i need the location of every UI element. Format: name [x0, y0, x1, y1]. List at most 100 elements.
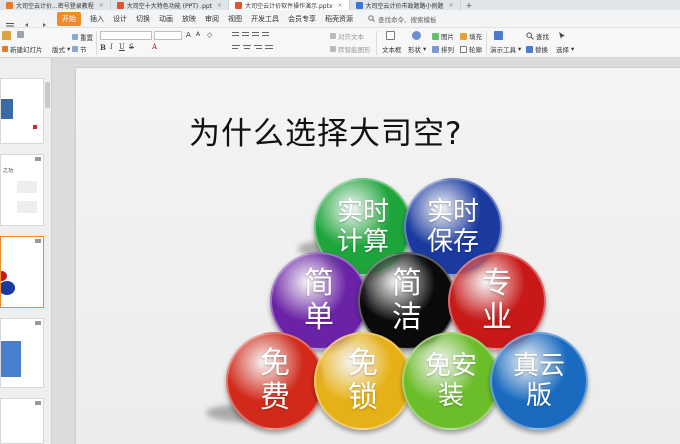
close-icon[interactable]: × — [449, 2, 454, 9]
menu-design[interactable]: 设计 — [113, 14, 127, 24]
font-color-button[interactable]: A — [152, 43, 157, 51]
presentation-tool-icon — [494, 31, 503, 40]
cut-button[interactable] — [17, 31, 24, 38]
feature-ball-no-lock[interactable]: 免 锁 — [314, 332, 412, 430]
slide-thumbnail-5[interactable] — [0, 398, 44, 444]
menu-home[interactable]: 开始 — [57, 11, 81, 26]
menu-view[interactable]: 视图 — [228, 14, 242, 24]
tab-label: 大司空十大特色功能 (PPT) .ppt — [126, 2, 213, 10]
outline-button[interactable]: 轮廓 — [460, 44, 482, 54]
ball-label: 免 费 — [260, 346, 290, 415]
outline-label: 轮廓 — [469, 46, 482, 54]
thumb-star-icon — [35, 157, 41, 161]
slide-canvas: 为什么选择大司空? 实时 计算 实时 保存 简 单 简 洁 专 业 免 费 免 … — [52, 58, 680, 444]
menu-member[interactable]: 会员专享 — [288, 14, 316, 24]
menu-resources[interactable]: 稻壳资源 — [325, 14, 353, 24]
font-grow-button[interactable]: A — [186, 31, 191, 39]
menu-animation[interactable]: 动画 — [159, 14, 173, 24]
close-icon[interactable]: × — [217, 2, 222, 9]
thumb-star-icon — [35, 321, 41, 325]
presentation-tool-button[interactable]: 演示工具 ▾ — [490, 44, 521, 54]
search-icon — [526, 32, 534, 40]
section-label: 节 — [80, 46, 87, 54]
menu-transition[interactable]: 切换 — [136, 14, 150, 24]
thumb-star-icon — [35, 239, 41, 243]
tab-label: 大司空云计价市政题路小例题 — [365, 2, 444, 10]
command-search-text: 查找命令、搜索模板 — [378, 15, 437, 24]
section-button[interactable]: 节 — [72, 44, 87, 54]
textbox-button[interactable]: 文本框 — [382, 44, 402, 54]
find-button[interactable]: 查找 — [526, 31, 549, 41]
font-family-select[interactable] — [100, 31, 152, 40]
new-slide-icon — [2, 46, 8, 52]
arrange-button[interactable]: 排列 — [432, 44, 454, 54]
ppt-file-icon — [235, 1, 243, 9]
presentation-tool-label: 演示工具 — [490, 46, 516, 54]
slide-thumbnail-3-selected[interactable] — [0, 236, 44, 308]
shape-button[interactable]: 形状 ▾ — [408, 44, 426, 54]
replace-button[interactable]: 替换 — [526, 44, 548, 54]
font-shrink-button[interactable]: A — [196, 31, 200, 38]
tab-doc-2[interactable]: 大司空十大特色功能 (PPT) .ppt × — [111, 0, 230, 10]
bold-button[interactable]: B — [100, 43, 106, 52]
chevron-down-icon: ▾ — [571, 45, 575, 53]
menu-slideshow[interactable]: 放映 — [182, 14, 196, 24]
strikethrough-button[interactable]: S — [129, 43, 134, 51]
replace-icon — [526, 45, 533, 53]
ball-label: 简 单 — [304, 266, 334, 335]
close-icon[interactable]: × — [338, 2, 343, 9]
smartart-button[interactable]: 转智能图形 — [330, 44, 371, 54]
new-tab-plus-icon[interactable]: + — [461, 0, 478, 10]
menu-developer[interactable]: 开发工具 — [251, 14, 279, 24]
thumb-image — [1, 99, 13, 119]
ball-label: 免安 装 — [424, 351, 477, 411]
slide-thumbnail-2[interactable]: 之功 — [0, 154, 44, 226]
picture-button[interactable]: 图片 — [432, 31, 454, 41]
close-icon[interactable]: × — [99, 2, 104, 9]
redo-icon[interactable] — [40, 15, 48, 27]
ribbon-divider — [96, 31, 97, 55]
tab-doc-1[interactable]: 大司空云计价...密号登录教程 × — [0, 0, 111, 10]
feature-ball-free[interactable]: 免 费 — [226, 332, 324, 430]
tab-doc-4[interactable]: 大司空云计价市政题路小例题 × — [350, 0, 461, 10]
bullets-icon[interactable] — [232, 31, 272, 39]
reset-label: 重置 — [80, 34, 93, 42]
layout-button[interactable]: 版式 ▾ — [52, 44, 70, 54]
tab-doc-3-active[interactable]: 大司空云计价软件操作演示.pptx × — [229, 0, 350, 10]
paste-button[interactable] — [2, 31, 11, 40]
hamburger-menu-icon[interactable] — [6, 15, 14, 29]
align-text-button[interactable]: 对齐文本 — [330, 31, 364, 41]
undo-icon[interactable] — [23, 15, 31, 27]
clear-format-icon[interactable]: ◇ — [207, 31, 212, 39]
thumb-ball — [1, 271, 7, 281]
fill-button[interactable]: 填充 — [460, 31, 482, 41]
font-size-select[interactable] — [154, 31, 182, 40]
slide-title[interactable]: 为什么选择大司空? — [189, 108, 462, 153]
new-slide-button[interactable]: 新建幻灯片 — [2, 44, 43, 54]
reset-icon — [72, 34, 78, 40]
align-icons[interactable] — [232, 44, 282, 52]
picture-icon — [432, 32, 439, 40]
thumb-mark — [33, 125, 37, 129]
feature-ball-true-cloud[interactable]: 真云 版 — [490, 332, 588, 430]
current-slide[interactable]: 为什么选择大司空? 实时 计算 实时 保存 简 单 简 洁 专 业 免 费 免 … — [76, 68, 680, 444]
chevron-down-icon: ▾ — [518, 45, 522, 53]
slide-thumbnail-1[interactable] — [0, 78, 44, 144]
smartart-label: 转智能图形 — [338, 46, 371, 54]
tab-label: 大司空云计价软件操作演示.pptx — [245, 2, 333, 10]
slide-thumbnail-4[interactable] — [0, 318, 44, 388]
thumb-box — [17, 201, 37, 213]
underline-button[interactable]: U — [119, 43, 125, 51]
ppt-file-icon — [116, 1, 124, 9]
select-button[interactable]: 选择 ▾ — [556, 44, 574, 54]
thumbnail-scrollbar[interactable] — [45, 82, 50, 108]
ball-label: 真云 版 — [512, 351, 565, 411]
command-search[interactable]: 查找命令、搜索模板 — [368, 14, 437, 24]
menu-review[interactable]: 审阅 — [205, 14, 219, 24]
reset-button[interactable]: 重置 — [72, 32, 93, 42]
feature-ball-no-install[interactable]: 免安 装 — [402, 332, 500, 430]
fill-icon — [460, 32, 467, 40]
menu-insert[interactable]: 插入 — [90, 14, 104, 24]
italic-button[interactable]: I — [110, 43, 113, 51]
paste-icon — [2, 31, 11, 40]
